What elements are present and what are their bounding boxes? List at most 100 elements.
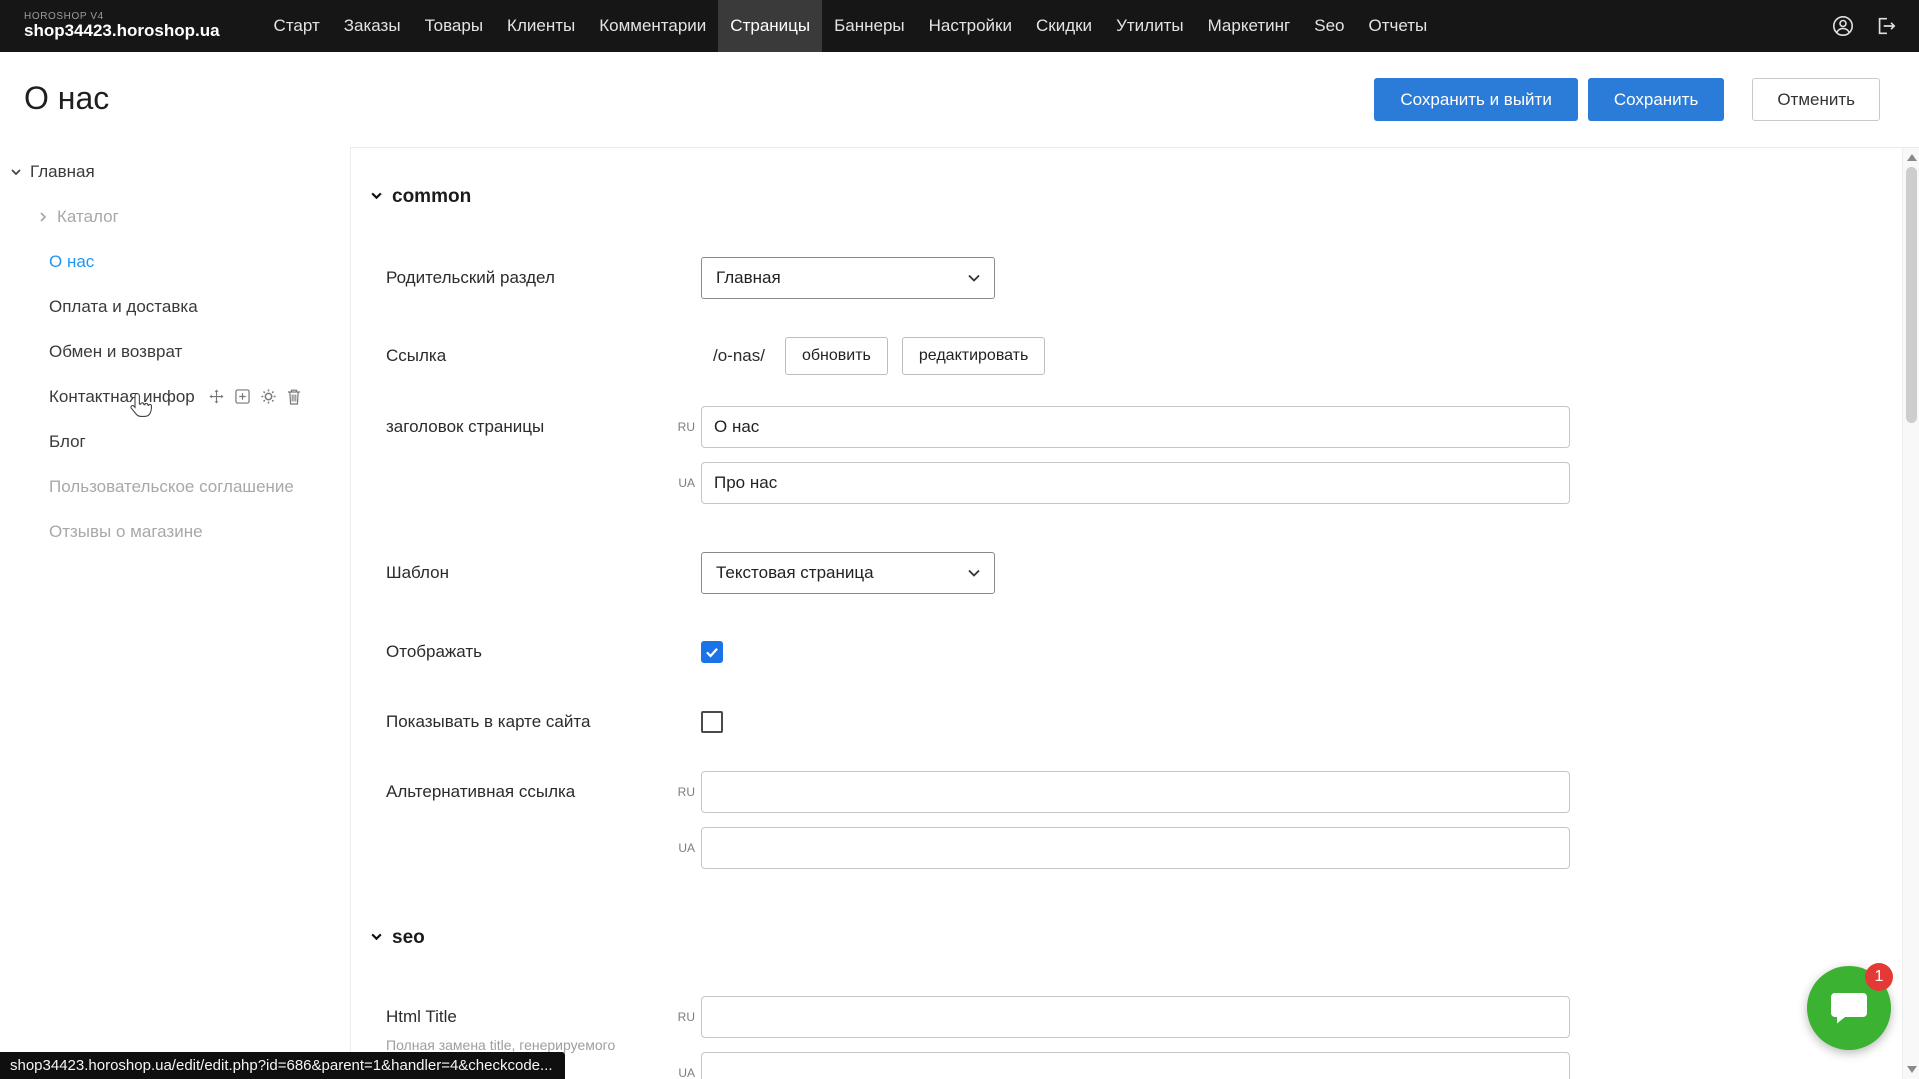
link-edit-button[interactable]: редактировать [902, 337, 1045, 375]
selected-value: Главная [716, 268, 781, 288]
section-seo[interactable]: seo [370, 927, 425, 949]
nav-item-pages[interactable]: Страницы [718, 0, 822, 52]
user-account-icon[interactable] [1831, 14, 1855, 38]
sidebar-item-label: Отзывы о магазине [49, 522, 203, 542]
save-button[interactable]: Сохранить [1588, 78, 1724, 121]
trash-icon[interactable] [287, 389, 301, 405]
page-title: О нас [24, 80, 109, 117]
sidebar-item-label: Блог [49, 432, 86, 452]
nav-item-discounts[interactable]: Скидки [1024, 0, 1104, 52]
display-checkbox[interactable] [701, 641, 723, 663]
section-title: seo [392, 927, 425, 949]
link-row: /o-nas/ обновить редактировать [713, 337, 1045, 375]
alt-link-ru-input[interactable] [701, 771, 1570, 813]
scroll-up-icon[interactable] [1907, 154, 1917, 161]
scrollbar-thumb[interactable] [1906, 167, 1917, 423]
html-title-label: Html Title [386, 1007, 457, 1027]
sidebar-item-home[interactable]: Главная [0, 149, 350, 194]
page-heading-label: заголовок страницы [386, 417, 544, 437]
sidebar-item-label: Главная [30, 162, 95, 182]
section-title: common [392, 186, 471, 208]
sidebar-item-blog[interactable]: Блог [0, 419, 350, 464]
html-title-ua-input[interactable] [701, 1052, 1570, 1079]
template-select[interactable]: Текстовая страница [701, 552, 995, 594]
nav-item-reports[interactable]: Отчеты [1356, 0, 1439, 52]
nav-item-marketing[interactable]: Маркетинг [1196, 0, 1303, 52]
chat-unread-badge: 1 [1865, 963, 1893, 991]
chat-widget-button[interactable]: 1 [1807, 966, 1891, 1050]
page-heading-ru-input[interactable] [701, 406, 1570, 448]
lang-ua-chip: UA [661, 476, 695, 490]
sidebar-item-catalog[interactable]: Каталог [0, 194, 350, 239]
display-label: Отображать [386, 642, 482, 662]
lang-ru-chip: RU [661, 1010, 695, 1024]
sidebar-item-label: Обмен и возврат [49, 342, 182, 362]
parent-section-select[interactable]: Главная [701, 257, 995, 299]
nav-item-clients[interactable]: Клиенты [495, 0, 587, 52]
nav-item-start[interactable]: Старт [262, 0, 332, 52]
link-path-value: /o-nas/ [713, 346, 765, 366]
sidebar-item-label: Контактная инфор [49, 387, 195, 407]
checkmark-icon [704, 644, 720, 660]
pages-tree-sidebar: Главная Каталог О нас Оплата и доставка … [0, 147, 351, 1079]
nav-item-banners[interactable]: Баннеры [822, 0, 917, 52]
sidebar-item-about[interactable]: О нас [0, 239, 350, 284]
nav-item-settings[interactable]: Настройки [917, 0, 1024, 52]
chevron-down-icon [370, 186, 383, 208]
sidebar-item-label: Пользовательское соглашение [49, 477, 294, 497]
app-logo[interactable]: HOROSHOP V4 shop34423.horoshop.ua [24, 11, 220, 41]
chevron-down-icon [968, 569, 980, 577]
nav-item-comments[interactable]: Комментарии [587, 0, 718, 52]
sitemap-label: Показывать в карте сайта [386, 712, 590, 732]
selected-value: Текстовая страница [716, 563, 874, 583]
chevron-right-icon[interactable] [37, 211, 49, 223]
sitemap-checkbox[interactable] [701, 711, 723, 733]
lang-ua-chip: UA [661, 1066, 695, 1079]
lang-ru-chip: RU [661, 785, 695, 799]
logo-domain-label: shop34423.horoshop.ua [24, 22, 220, 41]
page-heading-ua-input[interactable] [701, 462, 1570, 504]
top-navbar: HOROSHOP V4 shop34423.horoshop.ua Старт … [0, 0, 1919, 52]
html-title-hint: Полная замена title, генерируемого [386, 1037, 615, 1053]
logout-icon[interactable] [1875, 15, 1897, 37]
cancel-button[interactable]: Отменить [1752, 78, 1880, 121]
sidebar-item-payment-delivery[interactable]: Оплата и доставка [0, 284, 350, 329]
save-and-exit-button[interactable]: Сохранить и выйти [1374, 78, 1577, 121]
nav-item-orders[interactable]: Заказы [332, 0, 413, 52]
chevron-down-icon [370, 927, 383, 949]
parent-section-label: Родительский раздел [386, 268, 555, 288]
sidebar-item-user-agreement[interactable]: Пользовательское соглашение [0, 464, 350, 509]
main-menu: Старт Заказы Товары Клиенты Комментарии … [262, 0, 1440, 52]
template-label: Шаблон [386, 563, 449, 583]
chevron-down-icon[interactable] [10, 166, 22, 178]
nav-item-seo[interactable]: Seo [1302, 0, 1356, 52]
alt-link-ua-input[interactable] [701, 827, 1570, 869]
sidebar-item-contact-info[interactable]: Контактная инфор [0, 374, 350, 419]
nav-item-utilities[interactable]: Утилиты [1104, 0, 1196, 52]
sidebar-item-exchange-return[interactable]: Обмен и возврат [0, 329, 350, 374]
sidebar-item-label: Каталог [57, 207, 119, 227]
add-icon[interactable] [235, 389, 250, 404]
gear-icon[interactable] [261, 389, 276, 404]
alt-link-label: Альтернативная ссылка [386, 782, 575, 802]
sidebar-item-label: О нас [49, 252, 94, 272]
link-label: Ссылка [386, 346, 446, 366]
header-buttons: Сохранить и выйти Сохранить Отменить [1374, 78, 1880, 121]
page-header: О нас Сохранить и выйти Сохранить Отмени… [0, 52, 1919, 147]
nav-item-products[interactable]: Товары [413, 0, 495, 52]
html-title-ru-input[interactable] [701, 996, 1570, 1038]
page-edit-form: common Родительский раздел Главная Ссылк… [351, 147, 1919, 1079]
chevron-down-icon [968, 274, 980, 282]
link-preview-statusbar: shop34423.horoshop.ua/edit/edit.php?id=6… [0, 1052, 565, 1079]
status-url: shop34423.horoshop.ua/edit/edit.php?id=6… [10, 1057, 553, 1074]
lang-ru-chip: RU [661, 420, 695, 434]
move-icon[interactable] [209, 389, 224, 404]
link-update-button[interactable]: обновить [785, 337, 888, 375]
scroll-down-icon[interactable] [1907, 1066, 1917, 1073]
tree-item-actions [209, 389, 301, 405]
chat-bubble-icon [1829, 989, 1869, 1027]
sidebar-item-store-reviews[interactable]: Отзывы о магазине [0, 509, 350, 554]
section-common[interactable]: common [370, 186, 471, 208]
lang-ua-chip: UA [661, 841, 695, 855]
vertical-scrollbar[interactable] [1902, 148, 1919, 1079]
